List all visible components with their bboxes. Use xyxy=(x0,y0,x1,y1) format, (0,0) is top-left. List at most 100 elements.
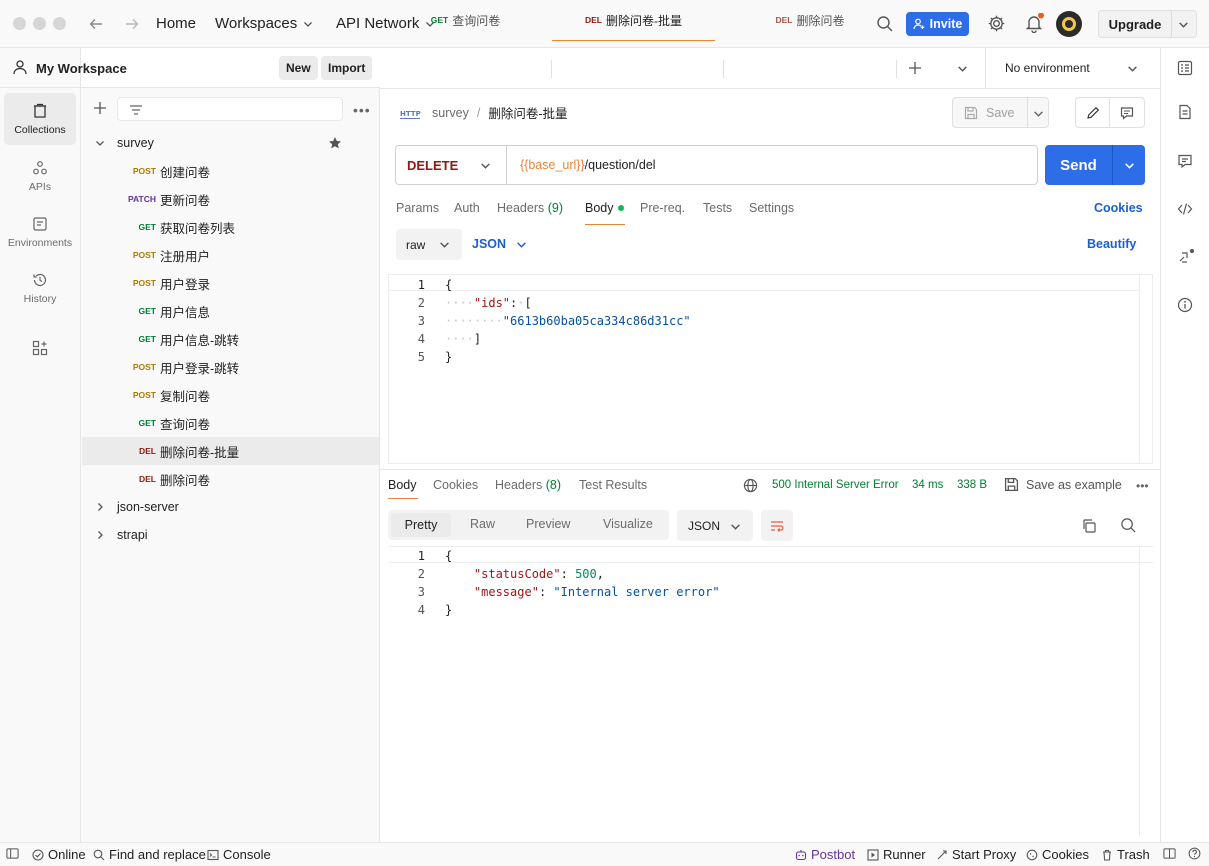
body-language-select[interactable]: JSON xyxy=(472,237,527,251)
save-as-example-button[interactable]: Save as example xyxy=(1004,477,1122,492)
sidebar-request-item[interactable]: POST 用户登录-跳转 xyxy=(82,353,379,381)
home-link[interactable]: Home xyxy=(156,15,196,32)
upgrade-button[interactable]: Upgrade xyxy=(1098,10,1197,38)
tab-params[interactable]: Params xyxy=(396,201,439,215)
editor-scrollbar[interactable] xyxy=(1139,546,1140,836)
tab-get-query[interactable]: GET 查询问卷 xyxy=(380,0,551,40)
view-preview[interactable]: Preview xyxy=(526,517,570,531)
sidebar-search-input[interactable] xyxy=(117,97,343,121)
chevron-down-icon[interactable] xyxy=(1113,160,1145,171)
sidebar-request-item[interactable]: GET 查询问卷 xyxy=(82,409,379,437)
related-collections-icon[interactable] xyxy=(1177,248,1195,266)
tab-prereq[interactable]: Pre-req. xyxy=(640,201,685,215)
send-button[interactable]: Send xyxy=(1045,145,1145,185)
console-button[interactable]: Console xyxy=(207,847,271,862)
collection-json-server[interactable]: json-server xyxy=(82,493,379,521)
tab-del-batch[interactable]: DEL 删除问卷-批量 xyxy=(552,0,715,41)
tab-del[interactable]: DEL 删除问卷 xyxy=(724,0,896,40)
sidebar-request-item[interactable]: GET 用户信息-跳转 xyxy=(82,325,379,353)
info-icon[interactable] xyxy=(1177,297,1193,313)
method-select[interactable]: DELETE xyxy=(396,146,507,184)
window-close-button[interactable] xyxy=(13,17,26,30)
postbot-button[interactable]: Postbot xyxy=(795,847,855,862)
view-visualize[interactable]: Visualize xyxy=(603,517,653,531)
toggle-sidebar-icon[interactable] xyxy=(6,847,19,860)
wrap-lines-toggle[interactable] xyxy=(761,510,793,541)
beautify-link[interactable]: Beautify xyxy=(1087,237,1136,251)
pencil-icon[interactable] xyxy=(1076,98,1110,127)
window-minimize-button[interactable] xyxy=(33,17,46,30)
response-format-select[interactable]: JSON xyxy=(677,510,753,541)
more-options-icon[interactable]: ••• xyxy=(1136,479,1149,493)
tab-settings[interactable]: Settings xyxy=(749,201,794,215)
forward-arrow-icon[interactable] xyxy=(124,16,140,32)
rail-environments[interactable]: Environments xyxy=(4,206,76,258)
tab-headers[interactable]: Headers (9) xyxy=(497,201,563,215)
sidebar-request-item[interactable]: DEL 删除问卷-批量 xyxy=(82,437,379,465)
cookies-button[interactable]: Cookies xyxy=(1026,847,1089,862)
more-options-icon[interactable]: ••• xyxy=(353,102,371,118)
invite-button[interactable]: Invite xyxy=(906,12,969,36)
start-proxy-button[interactable]: Start Proxy xyxy=(936,847,1016,862)
window-zoom-button[interactable] xyxy=(53,17,66,30)
tabs-overflow-chevron-icon[interactable] xyxy=(957,63,968,74)
cookies-link[interactable]: Cookies xyxy=(1094,201,1143,215)
view-pretty[interactable]: Pretty xyxy=(391,513,451,537)
globe-icon[interactable] xyxy=(743,478,758,493)
comment-icon[interactable] xyxy=(1110,98,1144,127)
sidebar-request-item[interactable]: DEL 删除问卷 xyxy=(82,465,379,493)
environment-select[interactable]: No environment xyxy=(985,48,1160,88)
breadcrumb-parent[interactable]: survey xyxy=(432,106,469,120)
chevron-down-icon[interactable] xyxy=(1172,19,1189,30)
online-status[interactable]: Online xyxy=(32,847,86,862)
chevron-down-icon[interactable] xyxy=(1033,108,1044,119)
tab-tests[interactable]: Tests xyxy=(703,201,732,215)
code-icon[interactable] xyxy=(1177,201,1193,217)
tab-body[interactable]: Body xyxy=(585,201,624,215)
documentation-icon[interactable] xyxy=(1177,104,1193,120)
add-collection-icon[interactable] xyxy=(93,101,107,115)
environment-quicklook-icon[interactable] xyxy=(1177,60,1193,76)
new-button[interactable]: New xyxy=(279,56,318,80)
response-status[interactable]: 500 Internal Server Error xyxy=(772,479,899,491)
comments-icon[interactable] xyxy=(1177,153,1193,169)
avatar[interactable] xyxy=(1056,11,1082,37)
search-icon[interactable] xyxy=(1120,517,1137,534)
back-arrow-icon[interactable] xyxy=(88,16,104,32)
notifications-bell-icon[interactable] xyxy=(1024,13,1044,33)
trash-button[interactable]: Trash xyxy=(1101,847,1150,862)
response-tab-headers[interactable]: Headers (8) xyxy=(495,478,561,492)
star-icon[interactable] xyxy=(328,136,342,150)
rail-collections[interactable]: Collections xyxy=(4,93,76,145)
sidebar-request-item[interactable]: GET 用户信息 xyxy=(82,297,379,325)
rail-apis[interactable]: APIs xyxy=(4,150,76,202)
sidebar-request-item[interactable]: POST 注册用户 xyxy=(82,241,379,269)
body-mode-select[interactable]: raw xyxy=(396,229,462,260)
response-time[interactable]: 34 ms xyxy=(912,479,943,491)
rail-history[interactable]: History xyxy=(4,262,76,314)
save-button[interactable]: Save xyxy=(952,97,1049,128)
configure-workbench-icon[interactable] xyxy=(32,340,48,356)
response-tab-cookies[interactable]: Cookies xyxy=(433,478,478,492)
find-replace-button[interactable]: Find and replace xyxy=(93,847,206,862)
sidebar-request-item[interactable]: GET 获取问卷列表 xyxy=(82,213,379,241)
url-input[interactable]: {{base_url}} /question/del xyxy=(507,158,656,172)
response-tab-body[interactable]: Body xyxy=(388,478,417,492)
response-tab-test-results[interactable]: Test Results xyxy=(579,478,647,492)
tab-auth[interactable]: Auth xyxy=(454,201,480,215)
settings-gear-icon[interactable] xyxy=(987,14,1006,33)
response-size[interactable]: 338 B xyxy=(957,479,987,491)
sidebar-request-item[interactable]: POST 用户登录 xyxy=(82,269,379,297)
breadcrumb-current[interactable]: 删除问卷-批量 xyxy=(488,103,567,122)
help-icon[interactable] xyxy=(1188,847,1201,860)
view-raw[interactable]: Raw xyxy=(470,517,495,531)
collection-survey[interactable]: survey xyxy=(82,129,379,157)
two-pane-view-icon[interactable] xyxy=(1163,847,1176,860)
new-tab-icon[interactable] xyxy=(908,61,922,75)
sidebar-request-item[interactable]: PATCH 更新问卷 xyxy=(82,185,379,213)
copy-icon[interactable] xyxy=(1081,518,1097,534)
collection-strapi[interactable]: strapi xyxy=(82,521,379,549)
import-button[interactable]: Import xyxy=(321,56,373,80)
sidebar-request-item[interactable]: POST 创建问卷 xyxy=(82,157,379,185)
editor-scrollbar[interactable] xyxy=(1139,275,1152,463)
